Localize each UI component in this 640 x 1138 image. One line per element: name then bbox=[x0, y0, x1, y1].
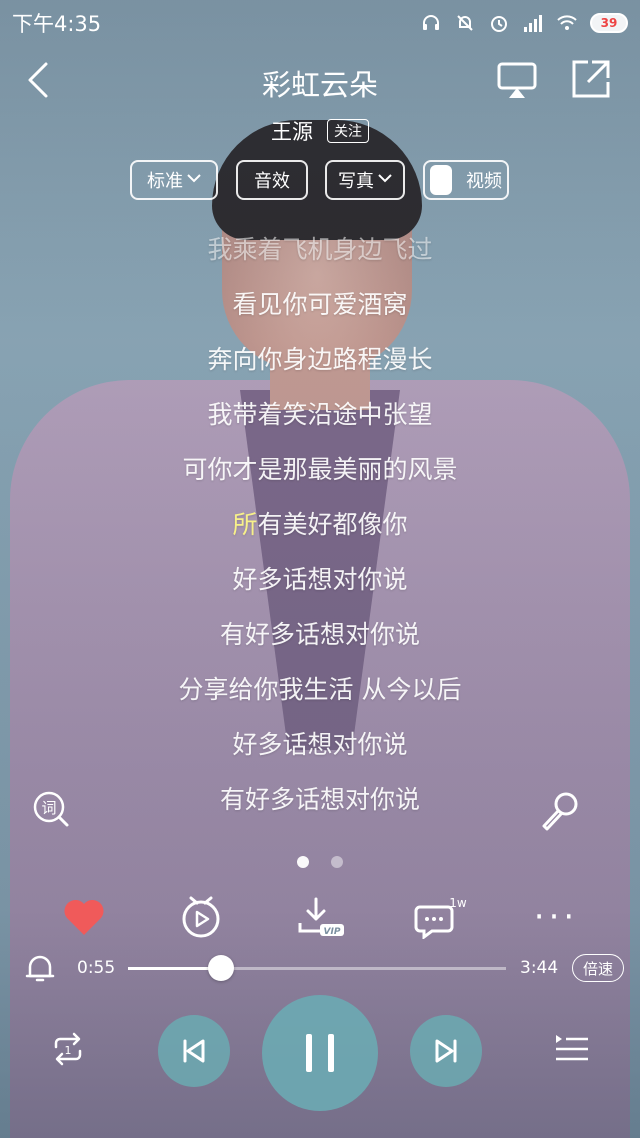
comment-count: 1w bbox=[449, 896, 467, 910]
follow-button[interactable]: 关注 bbox=[327, 119, 369, 143]
cast-button[interactable] bbox=[496, 60, 538, 100]
lyric-unsung-part: 有美好都像你 bbox=[257, 510, 408, 539]
karaoke-mic-button[interactable] bbox=[538, 790, 580, 832]
signal-hd-icon bbox=[522, 12, 544, 34]
seek-bar[interactable] bbox=[128, 955, 506, 981]
mode-chips: 标准 音效 写真 视频 bbox=[0, 160, 640, 202]
total-time: 3:44 bbox=[520, 958, 559, 978]
sound-effect-chip[interactable]: 音效 bbox=[236, 160, 308, 200]
skip-next-icon bbox=[435, 1039, 457, 1063]
status-bar: 下午4:35 39 bbox=[0, 0, 640, 46]
svg-text:1: 1 bbox=[65, 1044, 72, 1057]
like-button[interactable] bbox=[60, 895, 108, 939]
quality-label: 标准 bbox=[147, 171, 183, 192]
photo-label: 写真 bbox=[338, 171, 374, 192]
playlist-queue-button[interactable] bbox=[552, 1029, 592, 1069]
next-track-button[interactable] bbox=[410, 1015, 482, 1087]
loop-mode-button[interactable]: 1 bbox=[48, 1029, 88, 1069]
lyric-line: 有好多话想对你说 bbox=[219, 620, 420, 649]
comments-button[interactable]: 1w bbox=[414, 895, 470, 939]
lyric-line: 好多话想对你说 bbox=[232, 730, 408, 759]
lyric-line: 好多话想对你说 bbox=[232, 565, 408, 594]
photo-chip[interactable]: 写真 bbox=[325, 160, 405, 200]
pause-button[interactable] bbox=[262, 995, 378, 1111]
lyric-line: 看见你可爱酒窝 bbox=[232, 290, 408, 319]
artist-row: 王源 关注 bbox=[0, 116, 640, 146]
lyric-sung-part: 所 bbox=[232, 510, 258, 539]
lyric-line: 我带着笑沿途中张望 bbox=[207, 400, 433, 429]
skip-previous-icon bbox=[183, 1039, 205, 1063]
lyrics-search-button[interactable]: 词 bbox=[32, 790, 70, 828]
artist-name[interactable]: 王源 bbox=[271, 116, 313, 146]
seek-bar-fill bbox=[128, 967, 221, 970]
quality-chip[interactable]: 标准 bbox=[130, 160, 218, 200]
battery-indicator: 39 bbox=[590, 13, 628, 33]
lyric-line: 分享给你我生活 从今以后 bbox=[178, 675, 462, 704]
lyric-line-current: 所有美好都像你 bbox=[0, 505, 640, 541]
sound-effect-label: 音效 bbox=[254, 171, 290, 192]
lyrics-panel[interactable]: 我乘着飞机身边飞过 看见你可爱酒窝 奔向你身边路程漫长 我带着笑沿途中张望 可你… bbox=[0, 222, 640, 852]
pause-icon bbox=[306, 1034, 334, 1072]
page-indicator bbox=[0, 856, 640, 868]
wifi-icon bbox=[556, 12, 578, 34]
progress-row: 0:55 3:44 倍速 bbox=[0, 950, 640, 986]
more-button[interactable]: ··· bbox=[530, 895, 582, 939]
sleep-timer-button[interactable] bbox=[24, 952, 56, 984]
seek-knob[interactable] bbox=[207, 955, 234, 981]
status-time: 下午4:35 bbox=[12, 12, 102, 36]
status-icons: 39 bbox=[420, 12, 628, 34]
vip-badge: VIP bbox=[324, 927, 341, 937]
page-dot bbox=[331, 856, 343, 868]
download-vip-button[interactable]: VIP bbox=[294, 895, 350, 939]
svg-text:词: 词 bbox=[41, 799, 56, 817]
chevron-down-icon bbox=[187, 171, 201, 187]
lyric-line: 奔向你身边路程漫长 bbox=[207, 345, 433, 374]
share-button[interactable] bbox=[570, 58, 612, 100]
video-toggle-chip[interactable]: 视频 bbox=[423, 160, 509, 200]
speed-button[interactable]: 倍速 bbox=[572, 954, 624, 982]
headphones-icon bbox=[420, 12, 442, 34]
mute-bell-icon bbox=[454, 12, 476, 34]
lyric-line: 可你才是那最美丽的风景 bbox=[182, 455, 458, 484]
current-time: 0:55 bbox=[77, 958, 116, 978]
lyric-line: 我乘着飞机身边飞过 bbox=[207, 235, 433, 264]
chevron-down-icon bbox=[378, 171, 392, 187]
transport-controls: 1 bbox=[0, 995, 640, 1115]
alarm-clock-icon bbox=[488, 12, 510, 34]
video-label: 视频 bbox=[466, 171, 502, 192]
previous-track-button[interactable] bbox=[158, 1015, 230, 1087]
video-toggle[interactable] bbox=[430, 165, 452, 195]
song-title: 彩虹云朵 bbox=[261, 68, 378, 102]
mv-play-button[interactable] bbox=[178, 895, 224, 939]
page-dot-active bbox=[297, 856, 309, 868]
